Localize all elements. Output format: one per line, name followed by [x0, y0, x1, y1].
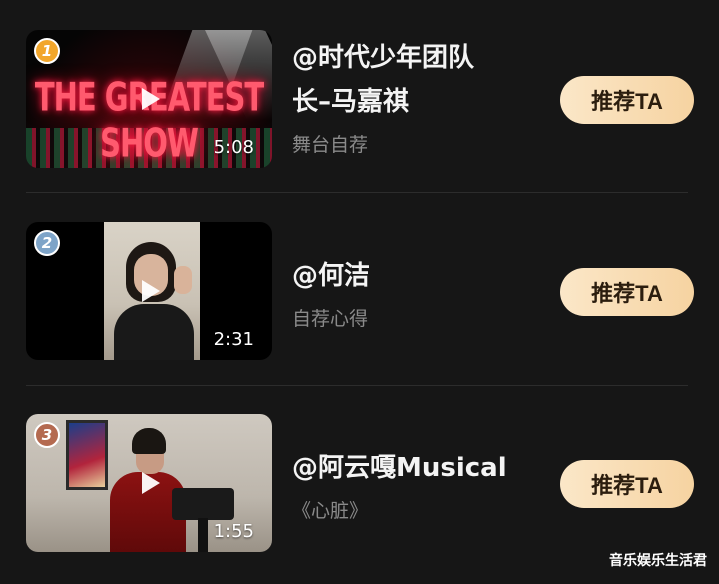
rank-badge: 2 [34, 230, 60, 256]
list-item[interactable]: 3 1:55 @阿云嘎Musical 《心脏》 推荐TA [0, 406, 719, 566]
item-title: @时代少年团队 长–马嘉祺 [292, 36, 474, 124]
watermark: 音乐娱乐生活君 [609, 553, 707, 569]
rank-badge: 1 [34, 38, 60, 64]
lamp-base [198, 518, 208, 552]
list-item[interactable]: 2 2:31 @何洁 自荐心得 推荐TA [0, 214, 719, 374]
item-title: @阿云嘎Musical [292, 453, 507, 483]
play-icon[interactable] [142, 280, 160, 302]
item-info: @何洁 自荐心得 [292, 254, 370, 331]
item-subtitle: 自荐心得 [292, 308, 369, 330]
person-body [114, 304, 194, 360]
item-title-line: @时代少年团队 [292, 43, 475, 73]
recommend-button[interactable]: 推荐TA [560, 76, 694, 124]
item-subtitle: 《心脏》 [292, 500, 369, 522]
play-icon[interactable] [142, 472, 160, 494]
divider [26, 192, 688, 193]
item-title: @何洁 [292, 261, 371, 291]
video-duration: 5:08 [213, 137, 254, 158]
item-subtitle: 舞台自荐 [292, 134, 369, 156]
recommend-button[interactable]: 推荐TA [560, 460, 694, 508]
rank-badge: 3 [34, 422, 60, 448]
play-icon[interactable] [142, 88, 160, 110]
lamp-shade [172, 488, 234, 520]
video-duration: 1:55 [213, 521, 254, 542]
video-thumbnail[interactable]: THE GREATEST SHOW 1 5:08 [26, 30, 272, 168]
list-item[interactable]: THE GREATEST SHOW 1 5:08 @时代少年团队 长–马嘉祺 舞… [0, 22, 719, 182]
item-title-line: 长–马嘉祺 [292, 87, 410, 117]
person-hand [174, 266, 192, 294]
wall-painting [66, 420, 108, 490]
person-hair [132, 428, 166, 454]
video-duration: 2:31 [213, 329, 254, 350]
item-info: @时代少年团队 长–马嘉祺 舞台自荐 [292, 36, 474, 157]
recommend-button[interactable]: 推荐TA [560, 268, 694, 316]
item-info: @阿云嘎Musical 《心脏》 [292, 446, 507, 523]
video-thumbnail[interactable]: 2 2:31 [26, 222, 272, 360]
divider [26, 385, 688, 386]
video-thumbnail[interactable]: 3 1:55 [26, 414, 272, 552]
